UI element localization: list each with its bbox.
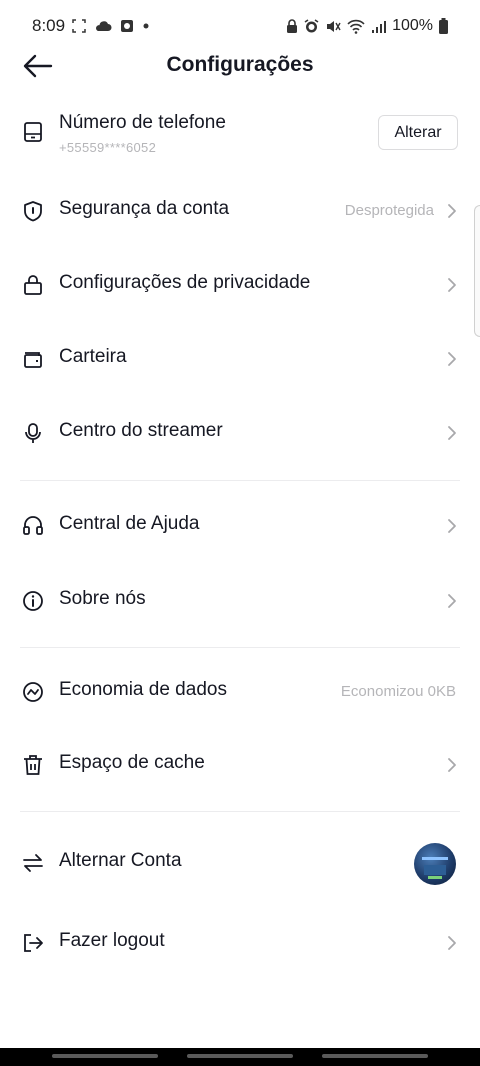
chevron-right-icon <box>448 204 456 218</box>
chevron-right-icon <box>448 352 456 366</box>
section-divider <box>20 811 460 812</box>
settings-item-cache[interactable]: Espaço de cache <box>0 735 480 795</box>
headset-icon <box>23 516 43 535</box>
page-title: Configurações <box>166 53 314 76</box>
settings-item-phone[interactable]: Número de telefone +55559****6052 Altera… <box>0 103 480 173</box>
chevron-right-icon <box>448 426 456 440</box>
signal-icon <box>372 20 387 33</box>
settings-item-security[interactable]: Segurança da conta Desprotegida <box>0 181 480 241</box>
status-time: 8:09 <box>32 16 66 35</box>
settings-item-privacy[interactable]: Configurações de privacidade <box>0 255 480 315</box>
info-icon <box>23 591 43 611</box>
data-saved-value: Economizou 0KB <box>340 683 456 700</box>
header: Configurações <box>0 40 480 92</box>
phone-number: +55559****6052 <box>59 140 157 155</box>
settings-item-label: Centro do streamer <box>59 420 223 441</box>
app-icon <box>121 20 133 32</box>
settings-item-data-saver[interactable]: Economia de dados Economizou 0KB <box>0 662 480 722</box>
settings-item-label: Carteira <box>59 346 127 367</box>
shield-icon <box>24 201 42 222</box>
wallet-icon <box>24 352 42 368</box>
section-divider <box>20 647 460 648</box>
settings-item-wallet[interactable]: Carteira <box>0 329 480 389</box>
settings-item-label: Espaço de cache <box>59 752 205 773</box>
settings-item-label: Alternar Conta <box>59 850 182 871</box>
status-right-icons: 100% <box>286 16 448 36</box>
phone-icon <box>24 122 42 142</box>
chevron-right-icon <box>448 519 456 533</box>
settings-item-label: Segurança da conta <box>59 198 230 219</box>
settings-item-label: Fazer logout <box>59 930 165 951</box>
lock-icon <box>24 275 42 295</box>
trash-icon <box>24 755 42 775</box>
data-saver-icon <box>23 682 43 702</box>
mute-icon <box>327 20 341 32</box>
battery-icon <box>439 18 448 34</box>
settings-item-switch-account[interactable]: Alternar Conta <box>0 833 480 893</box>
settings-item-about[interactable]: Sobre nós <box>0 571 480 631</box>
chevron-right-icon <box>448 278 456 292</box>
system-nav-bar <box>0 1048 480 1066</box>
change-phone-button[interactable]: Alterar <box>378 115 458 150</box>
cloud-icon <box>96 21 112 31</box>
chevron-right-icon <box>448 594 456 608</box>
avatar[interactable] <box>414 843 456 885</box>
chevron-right-icon <box>448 758 456 772</box>
screenshot-icon <box>72 19 86 33</box>
settings-item-label: Economia de dados <box>59 679 227 700</box>
microphone-icon <box>25 423 41 443</box>
lock-icon <box>287 18 298 33</box>
settings-item-label: Número de telefone <box>59 112 226 133</box>
settings-item-label: Configurações de privacidade <box>59 272 311 293</box>
alarm-icon <box>304 18 319 32</box>
dot-icon <box>143 23 149 29</box>
edge-panel-handle[interactable] <box>474 205 480 337</box>
security-status: Desprotegida <box>344 202 434 219</box>
section-divider <box>20 480 460 481</box>
settings-item-help[interactable]: Central de Ajuda <box>0 496 480 556</box>
nav-home-button[interactable] <box>187 1054 293 1058</box>
status-left-icons <box>72 16 150 36</box>
logout-icon <box>24 934 43 952</box>
nav-back-button[interactable] <box>322 1054 428 1058</box>
battery-percent: 100% <box>392 17 433 34</box>
settings-item-label: Sobre nós <box>59 588 146 609</box>
settings-item-logout[interactable]: Fazer logout <box>0 913 480 973</box>
settings-item-label: Central de Ajuda <box>59 513 200 534</box>
chevron-right-icon <box>448 936 456 950</box>
settings-item-streamer[interactable]: Centro do streamer <box>0 403 480 463</box>
switch-icon <box>23 854 43 872</box>
nav-recents-button[interactable] <box>52 1054 158 1058</box>
wifi-icon <box>347 19 365 34</box>
